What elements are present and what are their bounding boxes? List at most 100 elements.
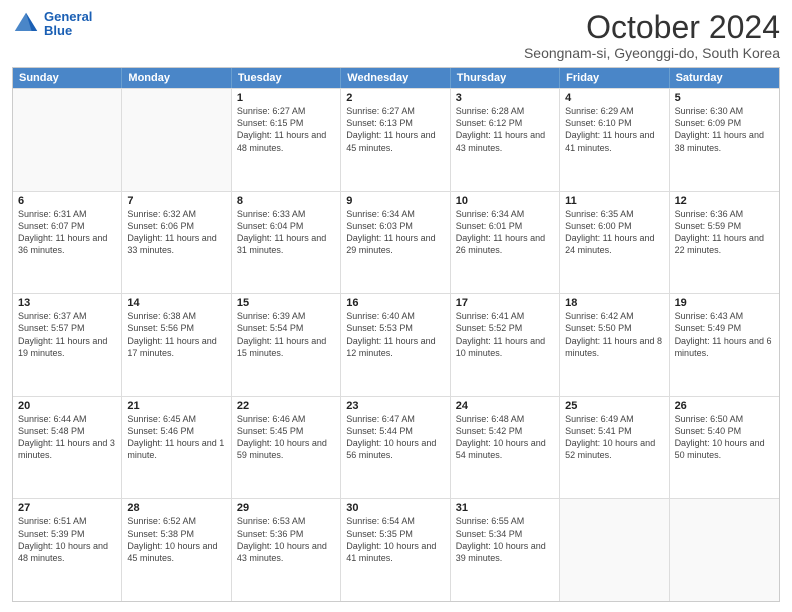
calendar: SundayMondayTuesdayWednesdayThursdayFrid…: [12, 67, 780, 602]
day-number: 26: [675, 400, 774, 412]
day-number: 8: [237, 195, 335, 207]
day-number: 10: [456, 195, 554, 207]
calendar-cell: 19Sunrise: 6:43 AMSunset: 5:49 PMDayligh…: [670, 294, 779, 396]
day-number: 7: [127, 195, 225, 207]
col-header-tuesday: Tuesday: [232, 68, 341, 88]
calendar-row-2: 13Sunrise: 6:37 AMSunset: 5:57 PMDayligh…: [13, 293, 779, 396]
calendar-cell: [670, 499, 779, 601]
logo-general: General: [44, 9, 92, 24]
col-header-wednesday: Wednesday: [341, 68, 450, 88]
day-info: Sunrise: 6:42 AMSunset: 5:50 PMDaylight:…: [565, 310, 663, 359]
calendar-row-3: 20Sunrise: 6:44 AMSunset: 5:48 PMDayligh…: [13, 396, 779, 499]
day-number: 23: [346, 400, 444, 412]
calendar-cell: [13, 89, 122, 191]
calendar-cell: 30Sunrise: 6:54 AMSunset: 5:35 PMDayligh…: [341, 499, 450, 601]
calendar-cell: 25Sunrise: 6:49 AMSunset: 5:41 PMDayligh…: [560, 397, 669, 499]
day-number: 27: [18, 502, 116, 514]
day-info: Sunrise: 6:27 AMSunset: 6:15 PMDaylight:…: [237, 105, 335, 154]
calendar-cell: 4Sunrise: 6:29 AMSunset: 6:10 PMDaylight…: [560, 89, 669, 191]
col-header-saturday: Saturday: [670, 68, 779, 88]
day-info: Sunrise: 6:32 AMSunset: 6:06 PMDaylight:…: [127, 208, 225, 257]
calendar-cell: 26Sunrise: 6:50 AMSunset: 5:40 PMDayligh…: [670, 397, 779, 499]
calendar-cell: 1Sunrise: 6:27 AMSunset: 6:15 PMDaylight…: [232, 89, 341, 191]
logo-blue: Blue: [44, 23, 72, 38]
day-number: 3: [456, 92, 554, 104]
calendar-row-1: 6Sunrise: 6:31 AMSunset: 6:07 PMDaylight…: [13, 191, 779, 294]
calendar-row-4: 27Sunrise: 6:51 AMSunset: 5:39 PMDayligh…: [13, 498, 779, 601]
day-number: 5: [675, 92, 774, 104]
day-info: Sunrise: 6:40 AMSunset: 5:53 PMDaylight:…: [346, 310, 444, 359]
day-number: 30: [346, 502, 444, 514]
day-info: Sunrise: 6:34 AMSunset: 6:01 PMDaylight:…: [456, 208, 554, 257]
calendar-cell: 5Sunrise: 6:30 AMSunset: 6:09 PMDaylight…: [670, 89, 779, 191]
day-info: Sunrise: 6:53 AMSunset: 5:36 PMDaylight:…: [237, 515, 335, 564]
calendar-cell: 27Sunrise: 6:51 AMSunset: 5:39 PMDayligh…: [13, 499, 122, 601]
calendar-cell: 24Sunrise: 6:48 AMSunset: 5:42 PMDayligh…: [451, 397, 560, 499]
calendar-cell: 22Sunrise: 6:46 AMSunset: 5:45 PMDayligh…: [232, 397, 341, 499]
logo-text: General Blue: [44, 10, 92, 39]
day-info: Sunrise: 6:54 AMSunset: 5:35 PMDaylight:…: [346, 515, 444, 564]
header: General Blue October 2024 Seongnam-si, G…: [12, 10, 780, 61]
day-number: 16: [346, 297, 444, 309]
day-info: Sunrise: 6:51 AMSunset: 5:39 PMDaylight:…: [18, 515, 116, 564]
day-number: 14: [127, 297, 225, 309]
col-header-thursday: Thursday: [451, 68, 560, 88]
day-info: Sunrise: 6:28 AMSunset: 6:12 PMDaylight:…: [456, 105, 554, 154]
day-number: 13: [18, 297, 116, 309]
day-number: 25: [565, 400, 663, 412]
calendar-cell: 17Sunrise: 6:41 AMSunset: 5:52 PMDayligh…: [451, 294, 560, 396]
logo: General Blue: [12, 10, 92, 39]
day-number: 2: [346, 92, 444, 104]
day-info: Sunrise: 6:44 AMSunset: 5:48 PMDaylight:…: [18, 413, 116, 462]
day-number: 19: [675, 297, 774, 309]
day-info: Sunrise: 6:35 AMSunset: 6:00 PMDaylight:…: [565, 208, 663, 257]
main-title: October 2024: [524, 10, 780, 45]
calendar-cell: 20Sunrise: 6:44 AMSunset: 5:48 PMDayligh…: [13, 397, 122, 499]
day-info: Sunrise: 6:43 AMSunset: 5:49 PMDaylight:…: [675, 310, 774, 359]
day-info: Sunrise: 6:45 AMSunset: 5:46 PMDaylight:…: [127, 413, 225, 462]
day-number: 6: [18, 195, 116, 207]
day-number: 22: [237, 400, 335, 412]
day-info: Sunrise: 6:34 AMSunset: 6:03 PMDaylight:…: [346, 208, 444, 257]
page: General Blue October 2024 Seongnam-si, G…: [0, 0, 792, 612]
calendar-cell: 6Sunrise: 6:31 AMSunset: 6:07 PMDaylight…: [13, 192, 122, 294]
calendar-cell: 8Sunrise: 6:33 AMSunset: 6:04 PMDaylight…: [232, 192, 341, 294]
day-number: 18: [565, 297, 663, 309]
day-number: 28: [127, 502, 225, 514]
calendar-cell: 28Sunrise: 6:52 AMSunset: 5:38 PMDayligh…: [122, 499, 231, 601]
day-number: 29: [237, 502, 335, 514]
calendar-cell: 12Sunrise: 6:36 AMSunset: 5:59 PMDayligh…: [670, 192, 779, 294]
title-block: October 2024 Seongnam-si, Gyeonggi-do, S…: [524, 10, 780, 61]
calendar-body: 1Sunrise: 6:27 AMSunset: 6:15 PMDaylight…: [13, 88, 779, 601]
day-info: Sunrise: 6:36 AMSunset: 5:59 PMDaylight:…: [675, 208, 774, 257]
day-info: Sunrise: 6:47 AMSunset: 5:44 PMDaylight:…: [346, 413, 444, 462]
day-info: Sunrise: 6:39 AMSunset: 5:54 PMDaylight:…: [237, 310, 335, 359]
calendar-cell: [560, 499, 669, 601]
day-info: Sunrise: 6:30 AMSunset: 6:09 PMDaylight:…: [675, 105, 774, 154]
day-number: 11: [565, 195, 663, 207]
logo-icon: [12, 10, 40, 38]
day-number: 9: [346, 195, 444, 207]
calendar-cell: 11Sunrise: 6:35 AMSunset: 6:00 PMDayligh…: [560, 192, 669, 294]
day-number: 21: [127, 400, 225, 412]
col-header-monday: Monday: [122, 68, 231, 88]
calendar-cell: 23Sunrise: 6:47 AMSunset: 5:44 PMDayligh…: [341, 397, 450, 499]
calendar-cell: [122, 89, 231, 191]
day-number: 15: [237, 297, 335, 309]
calendar-cell: 2Sunrise: 6:27 AMSunset: 6:13 PMDaylight…: [341, 89, 450, 191]
calendar-cell: 21Sunrise: 6:45 AMSunset: 5:46 PMDayligh…: [122, 397, 231, 499]
calendar-row-0: 1Sunrise: 6:27 AMSunset: 6:15 PMDaylight…: [13, 88, 779, 191]
day-info: Sunrise: 6:27 AMSunset: 6:13 PMDaylight:…: [346, 105, 444, 154]
day-info: Sunrise: 6:50 AMSunset: 5:40 PMDaylight:…: [675, 413, 774, 462]
calendar-cell: 18Sunrise: 6:42 AMSunset: 5:50 PMDayligh…: [560, 294, 669, 396]
day-number: 17: [456, 297, 554, 309]
col-header-sunday: Sunday: [13, 68, 122, 88]
day-info: Sunrise: 6:41 AMSunset: 5:52 PMDaylight:…: [456, 310, 554, 359]
day-info: Sunrise: 6:55 AMSunset: 5:34 PMDaylight:…: [456, 515, 554, 564]
day-info: Sunrise: 6:31 AMSunset: 6:07 PMDaylight:…: [18, 208, 116, 257]
day-number: 12: [675, 195, 774, 207]
day-info: Sunrise: 6:48 AMSunset: 5:42 PMDaylight:…: [456, 413, 554, 462]
calendar-cell: 13Sunrise: 6:37 AMSunset: 5:57 PMDayligh…: [13, 294, 122, 396]
day-info: Sunrise: 6:37 AMSunset: 5:57 PMDaylight:…: [18, 310, 116, 359]
day-number: 24: [456, 400, 554, 412]
